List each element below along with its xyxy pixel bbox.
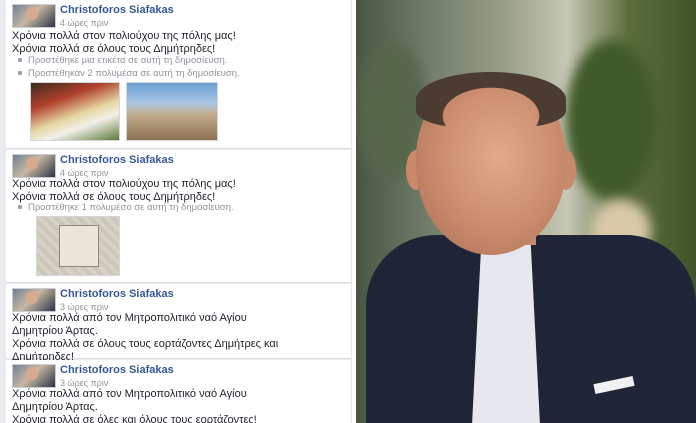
post-text: Χρόνια πολλά στον πολιούχου της πόλης μα… (12, 30, 347, 56)
edit-history-text: Προστέθηκε 1 πολυμέσο σε αυτή τη δημοσίε… (28, 202, 234, 213)
bullet-icon (18, 205, 22, 210)
post-text-line: Δημητρίου Άρτας. (12, 401, 98, 413)
author-name-link[interactable]: Christoforos Siafakas (60, 154, 174, 166)
post-text-line: Δημητρίου Άρτας. (12, 325, 98, 337)
post-text: Χρόνια πολλά από τον Μητροπολιτικό ναό Α… (12, 388, 347, 423)
post-timestamp[interactable]: 4 ώρες πριν (60, 168, 108, 178)
edit-history-text: Προστέθηκαν 2 πολυμέσα σε αυτή τη δημοσί… (28, 68, 240, 79)
edit-history-text: Προστέθηκε μια ετικέτα σε αυτή τη δημοσί… (28, 55, 228, 66)
pillow-image-thumbnail[interactable] (36, 216, 120, 276)
author-name-link[interactable]: Christoforos Siafakas (60, 4, 174, 16)
post-history-feed: Christoforos Siafakas 4 ώρες πριν Χρόνια… (0, 0, 352, 423)
shirt (472, 225, 540, 423)
post-entry: Christoforos Siafakas 3 ώρες πριν Χρόνια… (6, 360, 351, 423)
post-text-line: Χρόνια πολλά στον πολιούχου της πόλης μα… (12, 178, 236, 190)
author-name-link[interactable]: Christoforos Siafakas (60, 288, 174, 300)
post-entry: Christoforos Siafakas 4 ώρες πριν Χρόνια… (6, 150, 351, 283)
post-text-line: Χρόνια πολλά σε όλες και όλους τους εορτ… (12, 414, 257, 423)
author-name-link[interactable]: Christoforos Siafakas (60, 364, 174, 376)
post-timestamp[interactable]: 3 ώρες πριν (60, 378, 108, 388)
avatar[interactable] (12, 364, 56, 388)
edit-history-note: Προστέθηκε μια ετικέτα σε αυτή τη δημοσί… (18, 55, 227, 66)
post-timestamp[interactable]: 3 ώρες πριν (60, 302, 108, 312)
avatar[interactable] (12, 4, 56, 28)
post-text-line: Χρόνια πολλά στον πολιούχου της πόλης μα… (12, 30, 236, 42)
hair (416, 72, 566, 127)
post-entry: Christoforos Siafakas 3 ώρες πριν Χρόνια… (6, 284, 351, 363)
post-text-line: Χρόνια πολλά από τον Μητροπολιτικό ναό Α… (12, 312, 247, 324)
post-text: Χρόνια πολλά στον πολιούχου της πόλης μα… (12, 178, 347, 204)
church-image-thumbnail[interactable] (126, 82, 218, 141)
edit-history-note: Προστέθηκε 1 πολυμέσο σε αυτή τη δημοσίε… (18, 202, 234, 213)
post-text-line: Χρόνια πολλά σε όλους τους εορτάζοντες Δ… (12, 338, 279, 350)
icon-image-thumbnail[interactable] (30, 82, 120, 141)
avatar[interactable] (12, 288, 56, 312)
post-timestamp[interactable]: 4 ώρες πριν (60, 18, 108, 28)
avatar[interactable] (12, 154, 56, 178)
bullet-icon (18, 71, 22, 76)
background-bokeh (566, 40, 656, 200)
portrait-photo (356, 0, 696, 423)
bullet-icon (18, 58, 22, 63)
edit-history-note: Προστέθηκαν 2 πολυμέσα σε αυτή τη δημοσί… (18, 68, 240, 79)
post-entry: Christoforos Siafakas 4 ώρες πριν Χρόνια… (6, 0, 351, 149)
post-text: Χρόνια πολλά από τον Μητροπολιτικό ναό Α… (12, 312, 347, 364)
post-text-line: Χρόνια πολλά από τον Μητροπολιτικό ναό Α… (12, 388, 247, 400)
